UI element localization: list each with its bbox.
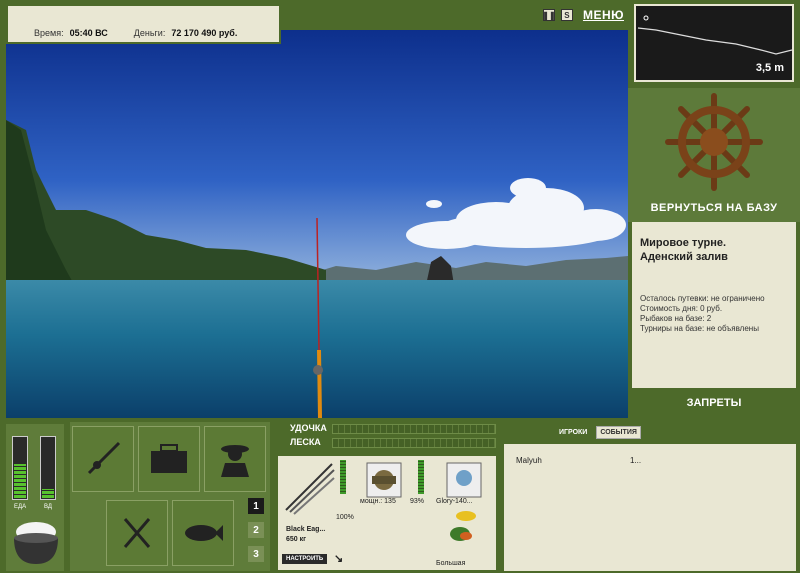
rod-tension: УДОЧКА (280, 423, 496, 434)
tackle-box-button[interactable] (138, 426, 200, 492)
bait-image (446, 462, 482, 498)
reel-power: мощн.: 135 (360, 498, 396, 505)
page-button-1[interactable]: 1 (248, 498, 264, 514)
tour-info: Мировое турне. Аденский залив Осталось п… (632, 222, 796, 388)
fork-knife-icon (123, 518, 151, 548)
list-item[interactable]: Malyuh 1... (504, 444, 796, 465)
menu-button[interactable]: МЕНЮ (583, 8, 624, 22)
player-name: Malyuh (516, 456, 542, 465)
return-to-base-button[interactable]: ВЕРНУТЬСЯ НА БАЗУ (628, 202, 800, 214)
tackle-box-icon (151, 444, 187, 473)
tab-players[interactable]: ИГРОКИ (556, 427, 590, 438)
players-tabs: ИГРОКИ СОБЫТИЯ (556, 426, 641, 439)
fisherman-button[interactable] (204, 426, 266, 492)
money-label: Деньги: (133, 28, 166, 38)
needs-panel: ЕДА ВД (6, 424, 64, 571)
food-bar (12, 436, 28, 500)
water-bar (40, 436, 56, 500)
players-list: Malyuh 1... (504, 444, 796, 571)
top-controls: ❚❚ S МЕНЮ (542, 8, 624, 22)
water-label: ВД (44, 504, 52, 510)
depth-value: 3,5 m (755, 62, 784, 74)
reel-image (366, 462, 402, 498)
fisherman-icon (221, 445, 249, 477)
info-panel: Время: 05:40 ВС Деньги: 72 170 490 руб. (6, 4, 281, 44)
players-panel: ИГРОКИ СОБЫТИЯ Malyuh 1... (500, 418, 800, 573)
reel-percent: 93% (410, 498, 425, 505)
bait-slot[interactable]: Glory-140... Большая (434, 456, 496, 570)
actions-panel (70, 422, 270, 571)
player-value: 1... (630, 456, 642, 465)
lure-icon (450, 511, 476, 541)
helm-icon (665, 93, 763, 191)
bait-name: Glory-140... (436, 498, 473, 505)
money-value: 72 170 490 руб. (171, 28, 238, 38)
fish-icon (185, 525, 223, 541)
fish-button[interactable] (172, 500, 234, 566)
rod-name: Black Eag... (286, 526, 326, 533)
sea (6, 280, 628, 418)
tackle-slots: 100% Black Eag... 650 кг НАСТРОИТЬ ↘ мощ… (278, 456, 496, 570)
arrow-icon[interactable]: ↘ (334, 552, 343, 565)
stat-cost: Стоимость дня: 0 руб. (640, 304, 723, 313)
tab-events[interactable]: СОБЫТИЯ (596, 426, 641, 439)
time-value: 05:40 ВС (69, 28, 108, 38)
page-button-2[interactable]: 2 (248, 522, 264, 538)
setup-button[interactable]: НАСТРОИТЬ (282, 554, 328, 564)
rod-percent: 100% (336, 514, 354, 521)
tour-title: Мировое турне. (640, 237, 727, 249)
pot-icon[interactable] (10, 518, 62, 568)
food-button[interactable] (106, 500, 168, 566)
stat-fishers: Рыбаков на базе: 2 (640, 314, 712, 323)
stat-tournaments: Турниры на базе: не объявлены (640, 324, 759, 333)
tour-location: Аденский залив (640, 251, 728, 263)
time-label: Время: (34, 28, 64, 38)
food-label: ЕДА (14, 504, 27, 510)
rod-icon (87, 441, 121, 475)
depth-meter: 3,5 m (634, 4, 794, 82)
line-tension: ЛЕСКА (280, 437, 496, 448)
bottom-panel: ЕДА ВД 1 2 3 УДОЧКА ЛЕСКА 100% Black Eag… (0, 418, 800, 573)
line-label: ЛЕСКА (290, 437, 321, 447)
stat-permit: Осталось путевки: не ограничено (640, 294, 765, 303)
rod-slot[interactable]: 100% Black Eag... 650 кг НАСТРОИТЬ ↘ (278, 456, 354, 570)
page-button-3[interactable]: 3 (248, 546, 264, 562)
tackle-panel: УДОЧКА ЛЕСКА 100% Black Eag... 650 кг НА… (276, 418, 498, 573)
rod-weight: 650 кг (286, 536, 307, 543)
pause-icon[interactable]: ❚❚ (542, 9, 556, 21)
bait-size: Большая (436, 560, 466, 567)
bans-button[interactable]: ЗАПРЕТЫ (628, 397, 800, 409)
rod-label: УДОЧКА (290, 423, 327, 433)
game-window: Время: 05:40 ВС Деньги: 72 170 490 руб. … (0, 0, 800, 573)
sound-icon[interactable]: S (560, 9, 573, 21)
reel-slot[interactable]: мощн.: 135 93% (356, 456, 432, 570)
rods-button[interactable] (72, 426, 134, 492)
fishing-scene[interactable] (6, 30, 628, 418)
rod-image (285, 463, 335, 515)
